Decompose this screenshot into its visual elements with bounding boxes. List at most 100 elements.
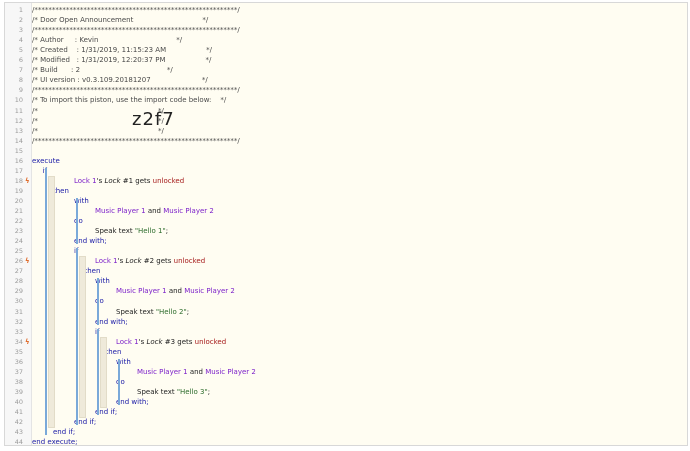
block-guide-line (76, 197, 78, 245)
code-token: unlocked (173, 257, 206, 266)
line-number: 28 (14, 277, 23, 286)
code-line: 31 Speak text "Hello 2"; (5, 307, 685, 317)
code-text: /* Created : 1/31/2019, 11:15:23 AM */ (32, 45, 212, 55)
code-token: ; (207, 387, 211, 396)
keyword: then (53, 186, 69, 195)
code-token: Lock (146, 337, 163, 346)
code-line: 19 then (5, 186, 685, 196)
line-number: 10 (14, 96, 23, 105)
line-number: 39 (14, 387, 23, 396)
code-token: "Hello 1" (134, 227, 166, 236)
code-line: 40 end with; (5, 397, 685, 407)
code-token: Lock (104, 176, 121, 185)
condition-block (79, 256, 86, 418)
block-guide-line (76, 248, 78, 426)
code-line: 44 end execute; (5, 437, 685, 446)
keyword: end with; (95, 317, 128, 326)
line-number: 7 (18, 66, 23, 75)
code-line: 9 /**************************************… (5, 85, 685, 95)
condition-block (47, 175, 55, 429)
device-name[interactable]: Lock 1 (116, 338, 139, 346)
device-name[interactable]: Music Player 2 (205, 368, 256, 376)
code-line: 8 /* UI version : v0.3.109.20181207 */ (5, 75, 685, 85)
code-line: 18 ϟ Lock 1's Lock #1 gets unlocked (5, 176, 685, 186)
code-text: Speak text "Hello 3"; (137, 387, 210, 397)
line-number: 36 (14, 357, 23, 366)
code-token: Speak text (137, 387, 177, 396)
line-number: 3 (18, 26, 23, 35)
line-number: 30 (14, 297, 23, 306)
code-line: 29 Music Player 1 and Music Player 2 (5, 286, 685, 296)
code-text: Music Player 1 and Music Player 2 (116, 286, 235, 296)
code-line: 34 ϟ Lock 1's Lock #3 gets unlocked (5, 337, 685, 347)
code-token: /* Build : 2 */ (32, 66, 173, 75)
code-text: /***************************************… (32, 85, 240, 95)
keyword: then (105, 347, 122, 356)
code-line: 43 end if; (5, 427, 685, 437)
code-line: 26 ϟ Lock 1's Lock #2 gets unlocked (5, 256, 685, 266)
code-line: 6 /* Modified : 1/31/2019, 12:20:37 PM */ (5, 55, 685, 65)
line-number: 31 (14, 307, 23, 316)
device-name[interactable]: Music Player 1 (116, 287, 167, 295)
keyword: end execute; (32, 438, 78, 446)
code-text: end with; (116, 397, 149, 407)
code-text: /***************************************… (32, 136, 240, 146)
line-number: 12 (14, 116, 23, 125)
code-line: 38 do (5, 377, 685, 387)
line-number: 18 (14, 176, 23, 185)
code-text: Lock 1's Lock #2 gets unlocked (95, 256, 205, 266)
block-guide-line (97, 328, 99, 415)
line-number: 32 (14, 317, 23, 326)
device-name[interactable]: Music Player 2 (184, 287, 235, 295)
code-line: 17if (5, 166, 685, 176)
line-number: 27 (14, 267, 23, 276)
code-token: "Hello 2" (155, 307, 187, 316)
code-token: #3 gets (162, 337, 195, 346)
line-number: 23 (14, 227, 23, 236)
code-token: unlocked (194, 337, 227, 346)
line-number: 44 (14, 438, 23, 446)
code-token: /* Created : 1/31/2019, 11:15:23 AM */ (32, 46, 213, 55)
code-token: ; (186, 307, 190, 316)
line-number: 29 (14, 287, 23, 296)
code-line: 21 Music Player 1 and Music Player 2 (5, 206, 685, 216)
keyword: end if; (53, 428, 76, 437)
device-name[interactable]: Lock 1 (74, 177, 97, 185)
code-text: /* Modified : 1/31/2019, 12:20:37 PM */ (32, 55, 211, 65)
device-name[interactable]: Music Player 1 (137, 368, 188, 376)
device-name[interactable]: Music Player 1 (95, 207, 146, 215)
block-guide-line (44, 167, 47, 436)
line-number: 16 (14, 156, 23, 165)
line-number: 19 (14, 186, 23, 195)
line-number: 22 (14, 217, 23, 226)
code-token: and (166, 287, 185, 296)
device-name[interactable]: Music Player 2 (163, 207, 214, 215)
code-token: /* Author : Kevin */ (32, 36, 183, 45)
code-text: then (85, 266, 101, 276)
code-line: 14 /*************************************… (5, 136, 685, 146)
code-line: 22 do (5, 216, 685, 226)
code-text: /***************************************… (32, 5, 240, 15)
line-number: 40 (14, 397, 23, 406)
block-guide-line (118, 358, 120, 405)
line-number: 5 (18, 46, 23, 55)
line-number: 11 (14, 106, 23, 115)
code-line: 10 /* To import this piston, use the impo… (5, 95, 685, 105)
device-name[interactable]: Lock 1 (95, 257, 118, 265)
code-line: 36 with (5, 357, 685, 367)
code-text: execute (32, 156, 60, 166)
code-token: /* Modified : 1/31/2019, 12:20:37 PM */ (32, 56, 212, 65)
code-token: Speak text (116, 307, 156, 316)
code-text: Lock 1's Lock #1 gets unlocked (74, 176, 184, 186)
code-token: ; (165, 227, 169, 236)
code-line: 27 then (5, 266, 685, 276)
line-number: 8 (18, 76, 23, 85)
trigger-lightning-icon: ϟ (25, 257, 30, 266)
code-token: /***************************************… (32, 86, 240, 95)
code-text: /* Door Open Announcement */ (32, 15, 208, 25)
line-number: 43 (14, 428, 23, 437)
line-number: 41 (14, 408, 23, 416)
code-line: 30 do (5, 296, 685, 306)
piston-code-view: 1 /**************************************… (4, 2, 688, 446)
code-token: Speak text (95, 227, 135, 236)
